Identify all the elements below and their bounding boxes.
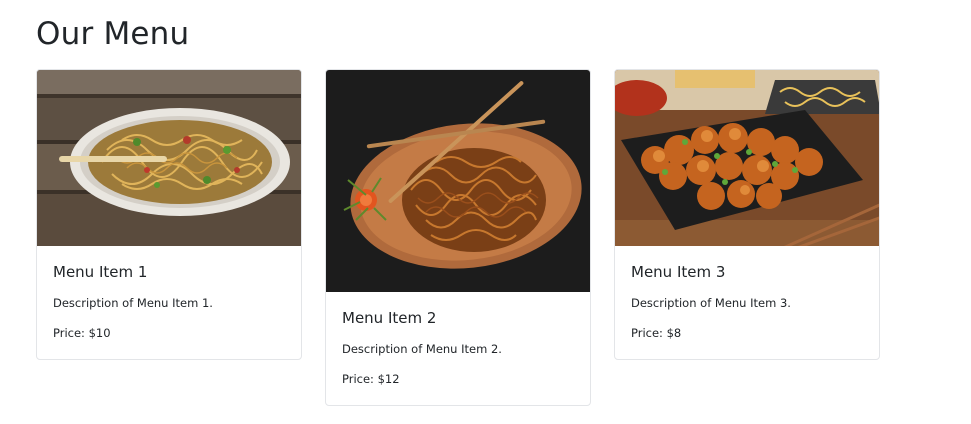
menu-item-2-image [326,70,590,292]
menu-card-3-body: Menu Item 3 Description of Menu Item 3. … [615,246,879,359]
menu-item-3-description: Description of Menu Item 3. [631,296,791,310]
menu-item-2-description: Description of Menu Item 2. [342,342,502,356]
menu-item-1-image [37,70,301,246]
menu-card-1: Menu Item 1 Description of Menu Item 1. … [36,69,302,360]
menu-item-1-price: Price: $10 [53,326,111,340]
menu-card-1-body: Menu Item 1 Description of Menu Item 1. … [37,246,301,359]
menu-item-1-description: Description of Menu Item 1. [53,296,213,310]
menu-card-2-body: Menu Item 2 Description of Menu Item 2. … [326,292,590,405]
menu-item-3-title: Menu Item 3 [631,263,726,281]
menu-card-3: Menu Item 3 Description of Menu Item 3. … [614,69,880,360]
menu-item-3-price: Price: $8 [631,326,682,340]
menu-card-2: Menu Item 2 Description of Menu Item 2. … [325,69,591,406]
menu-item-2-title: Menu Item 2 [342,309,437,327]
page-title: Our Menu [36,16,190,52]
menu-item-3-image [615,70,879,246]
menu-item-1-title: Menu Item 1 [53,263,148,281]
menu-item-2-price: Price: $12 [342,372,400,386]
